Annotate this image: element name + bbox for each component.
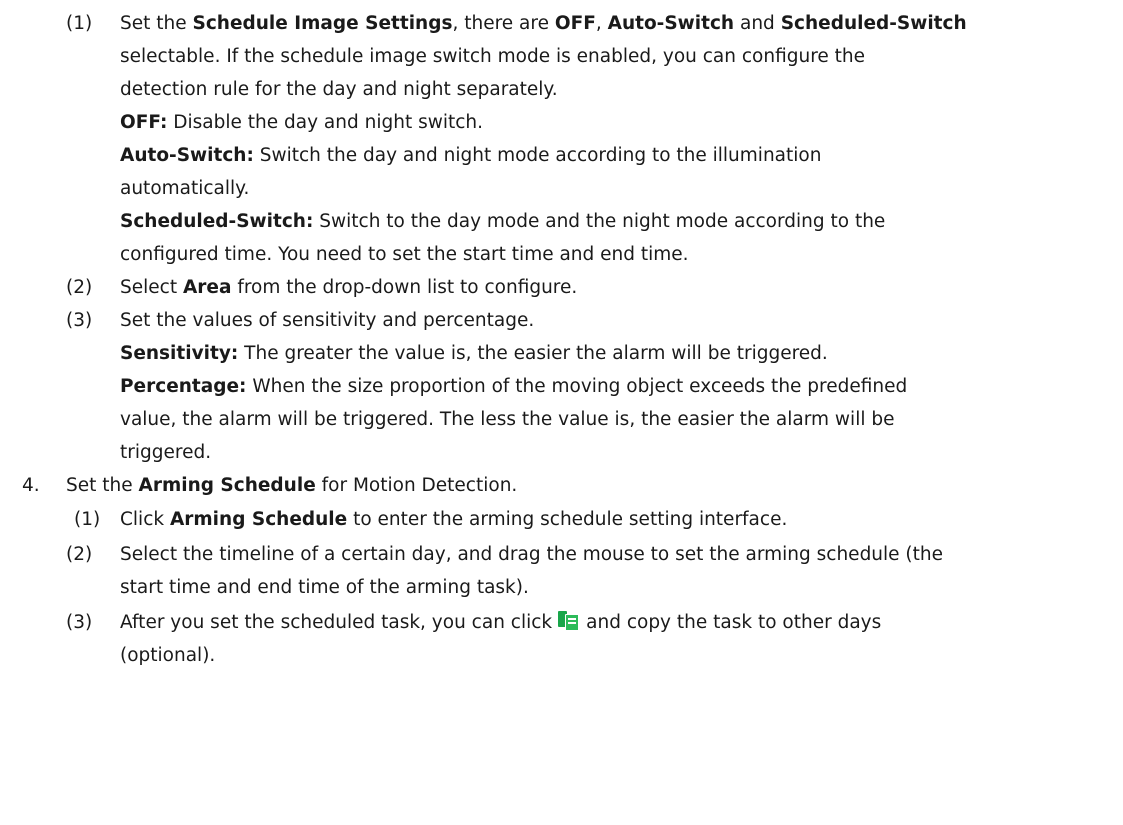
text-line: start time and end time of the arming ta… [120,577,529,598]
step-number: 4. [22,475,40,496]
step-number: (1) [66,13,93,34]
percentage-definition: Percentage: When the size proportion of … [120,376,908,397]
auto-switch-definition: Auto-Switch: Switch the day and night mo… [120,145,822,166]
text-line: automatically. [120,178,250,199]
text-line: configured time. You need to set the sta… [120,244,689,265]
step-4-1-line: Click Arming Schedule to enter the armin… [120,509,788,530]
sensitivity-definition: Sensitivity: The greater the value is, t… [120,343,828,364]
step-number: (2) [66,544,93,565]
step-number: (3) [66,612,93,633]
scheduled-switch-definition: Scheduled-Switch: Switch to the day mode… [120,211,886,232]
step-4-3-line: After you set the scheduled task, you ca… [120,610,882,633]
step-4-line: Set the Arming Schedule for Motion Detec… [66,475,518,496]
text-line: value, the alarm will be triggered. The … [120,409,895,430]
text-line: (optional). [120,645,216,666]
off-definition: OFF: Disable the day and night switch. [120,112,484,133]
step-number: (2) [66,277,93,298]
step-1-line: Set the Schedule Image Settings, there a… [120,13,967,34]
step-3-line: Set the values of sensitivity and percen… [120,310,535,331]
step-number: (3) [66,310,93,331]
step-number: (1) [74,509,101,530]
copy-icon [558,610,580,631]
text-line: selectable. If the schedule image switch… [120,46,866,67]
step-4-2-line: Select the timeline of a certain day, an… [120,544,944,565]
step-2-line: Select Area from the drop-down list to c… [120,277,578,298]
text-line: triggered. [120,442,212,463]
text-line: detection rule for the day and night sep… [120,79,558,100]
